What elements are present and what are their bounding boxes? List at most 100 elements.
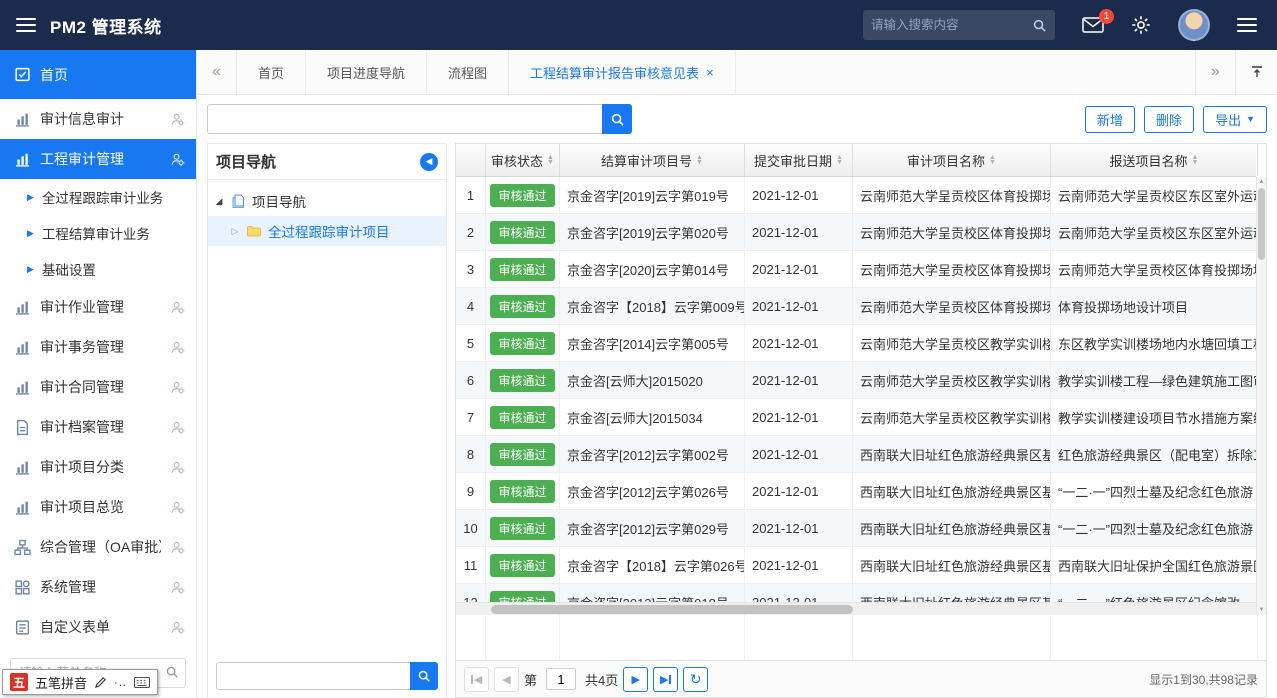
ime-punctuation-icon[interactable]: ·‥: [114, 676, 127, 689]
table-search-input[interactable]: [207, 104, 602, 134]
global-search-input[interactable]: [871, 18, 1032, 32]
global-search[interactable]: [863, 10, 1055, 40]
sidebar-item[interactable]: 综合管理（OA审批）: [0, 527, 196, 567]
last-page-button[interactable]: ▶: [653, 667, 678, 692]
sidebar-item[interactable]: 系统管理: [0, 567, 196, 607]
page-number-input[interactable]: [546, 668, 576, 690]
search-icon[interactable]: [1032, 18, 1047, 33]
tabs-scroll-right-icon[interactable]: »: [1195, 50, 1235, 94]
vscroll-thumb[interactable]: [1258, 188, 1265, 260]
date-cell: 2021-12-01: [745, 214, 853, 250]
tab[interactable]: 项目进度导航: [306, 50, 427, 94]
table-row[interactable]: 10审核通过京金咨字[2012]云字第029号2021-12-01西南联大旧址红…: [456, 510, 1256, 547]
column-header[interactable]: 审核状态▲▼: [486, 144, 560, 176]
tree-node-label[interactable]: 全过程跟踪审计项目: [268, 221, 390, 241]
tree-search-button[interactable]: [410, 662, 438, 690]
sidebar-subitem[interactable]: ▶工程结算审计业务: [0, 215, 196, 251]
close-icon[interactable]: ×: [706, 65, 714, 80]
refresh-icon[interactable]: ↻: [683, 667, 708, 692]
scroll-up-icon[interactable]: ▲: [1257, 179, 1266, 185]
sort-icons[interactable]: ▲▼: [1192, 155, 1199, 166]
table-row[interactable]: 1审核通过京金咨字[2019]云字第019号2021-12-01云南师范大学呈贡…: [456, 177, 1256, 214]
table-search[interactable]: [207, 104, 632, 134]
sort-icons[interactable]: ▲▼: [547, 155, 554, 166]
table-row[interactable]: 7审核通过京金咨[云师大]20150342021-12-01云南师范大学呈贡校区…: [456, 399, 1256, 436]
tree-root-node[interactable]: ◢ 项目导航: [208, 186, 446, 216]
sidebar-subitem[interactable]: ▶基础设置: [0, 251, 196, 287]
export-button[interactable]: 导出▼: [1203, 106, 1267, 133]
horizontal-scrollbar[interactable]: [456, 602, 1256, 615]
tree-root-label[interactable]: 项目导航: [252, 191, 306, 211]
column-header[interactable]: 审计项目名称▲▼: [853, 144, 1051, 176]
delete-button[interactable]: 删除: [1144, 106, 1194, 133]
tab[interactable]: 工程结算审计报告审核意见表×: [509, 50, 736, 94]
settings-gear-icon[interactable]: [1131, 15, 1151, 35]
user-gear-icon: [170, 300, 186, 315]
table-row[interactable]: 3审核通过京金咨字[2020]云字第014号2021-12-01云南师范大学呈贡…: [456, 251, 1256, 288]
ime-logo-icon[interactable]: 五: [10, 673, 28, 691]
tree-search-input[interactable]: [216, 662, 410, 690]
first-page-button[interactable]: ◀: [464, 667, 489, 692]
table-row[interactable]: 9审核通过京金咨字[2012]云字第026号2021-12-01西南联大旧址红色…: [456, 473, 1256, 510]
sidebar-item[interactable]: 审计项目总览: [0, 487, 196, 527]
sidebar-item[interactable]: 审计档案管理: [0, 407, 196, 447]
tree-search[interactable]: [216, 662, 438, 690]
menu-toggle-icon[interactable]: [16, 18, 36, 32]
table-row[interactable]: 2审核通过京金咨字[2019]云字第020号2021-12-01云南师范大学呈贡…: [456, 214, 1256, 251]
sidebar-item[interactable]: 审计事务管理: [0, 327, 196, 367]
sort-icons[interactable]: ▲▼: [836, 155, 843, 166]
sidebar-item-label: 工程审计管理: [40, 149, 161, 169]
sidebar-item[interactable]: 工程审计管理: [0, 139, 196, 179]
column-header[interactable]: 提交审批日期▲▼: [745, 144, 853, 176]
column-header[interactable]: 报送项目名称▲▼: [1051, 144, 1258, 176]
panel-collapse-icon[interactable]: ◀: [420, 153, 438, 171]
sort-icons[interactable]: ▲▼: [989, 155, 996, 166]
tree-expand-icon[interactable]: ◢: [214, 196, 224, 207]
tab[interactable]: 流程图: [427, 50, 509, 94]
audit-name-cell: 云南师范大学呈贡校区体育投掷场地: [853, 177, 1051, 213]
table-row[interactable]: 8审核通过京金咨字[2012]云字第002号2021-12-01西南联大旧址红色…: [456, 436, 1256, 473]
mail-icon[interactable]: 1: [1082, 17, 1104, 33]
ime-mode-label[interactable]: 五笔拼音: [35, 673, 87, 692]
ime-keyboard-icon[interactable]: [134, 677, 150, 688]
table-row[interactable]: 6审核通过京金咨[云师大]20150202021-12-01云南师范大学呈贡校区…: [456, 362, 1256, 399]
sidebar-item[interactable]: 审计项目分类: [0, 447, 196, 487]
tree-node-selected[interactable]: ▷ 全过程跟踪审计项目: [208, 216, 446, 246]
prev-page-button[interactable]: ◀: [494, 667, 519, 692]
user-avatar[interactable]: [1178, 9, 1210, 41]
audit-name-cell: 西南联大旧址红色旅游经典景区基础: [853, 436, 1051, 472]
record-count-info: 显示1到30,共98记录: [1149, 671, 1258, 688]
table-row[interactable]: 12审核通过京金咨字[2013]云字第018号2021-12-01西南联大旧址红…: [456, 584, 1256, 602]
column-header[interactable]: 结算审计项目号▲▼: [560, 144, 745, 176]
more-menu-icon[interactable]: [1237, 18, 1257, 32]
table-row[interactable]: 5审核通过京金咨字[2014]云字第005号2021-12-01云南师范大学呈贡…: [456, 325, 1256, 362]
ime-pen-icon[interactable]: [94, 676, 107, 689]
date-cell: 2021-12-01: [745, 399, 853, 435]
vertical-scrollbar[interactable]: ▲ ▼: [1256, 177, 1266, 615]
sidebar-menu: 首页审计信息审计工程审计管理▶全过程跟踪审计业务▶工程结算审计业务▶基础设置审计…: [0, 50, 196, 650]
sidebar-item[interactable]: 首页: [0, 50, 196, 99]
sidebar-item[interactable]: 审计合同管理: [0, 367, 196, 407]
tab[interactable]: 首页: [237, 50, 306, 94]
hscroll-thumb[interactable]: [491, 605, 853, 614]
report-name-cell: 教学实训楼工程—绿色建筑施工图审: [1051, 362, 1256, 398]
sidebar-item[interactable]: 自定义表单: [0, 607, 196, 647]
ime-toolbar[interactable]: 五 五笔拼音 ·‥: [2, 669, 158, 695]
report-name-cell: 红色旅游经典景区（配电室）拆除工程: [1051, 436, 1256, 472]
tabs-scroll-left-icon[interactable]: «: [197, 50, 237, 94]
add-button[interactable]: 新增: [1085, 106, 1135, 133]
scroll-down-icon[interactable]: ▼: [1257, 607, 1266, 613]
sidebar-subitem[interactable]: ▶全过程跟踪审计业务: [0, 179, 196, 215]
empty-cell: [456, 615, 486, 660]
table-search-button[interactable]: [602, 104, 632, 134]
next-page-button[interactable]: ▶: [623, 667, 648, 692]
table-row[interactable]: 11审核通过京金咨字【2018】云字第026号2021-12-01西南联大旧址红…: [456, 547, 1256, 584]
status-badge: 审核通过: [490, 406, 554, 429]
sidebar-item[interactable]: 审计作业管理: [0, 287, 196, 327]
tree-collapsed-icon[interactable]: ▷: [230, 226, 240, 237]
table-row[interactable]: 4审核通过京金咨字【2018】云字第009号2021-12-01云南师范大学呈贡…: [456, 288, 1256, 325]
search-icon[interactable]: [165, 665, 179, 679]
collapse-tabs-icon[interactable]: [1235, 50, 1277, 94]
sidebar-item[interactable]: 审计信息审计: [0, 99, 196, 139]
sort-icons[interactable]: ▲▼: [696, 155, 703, 166]
